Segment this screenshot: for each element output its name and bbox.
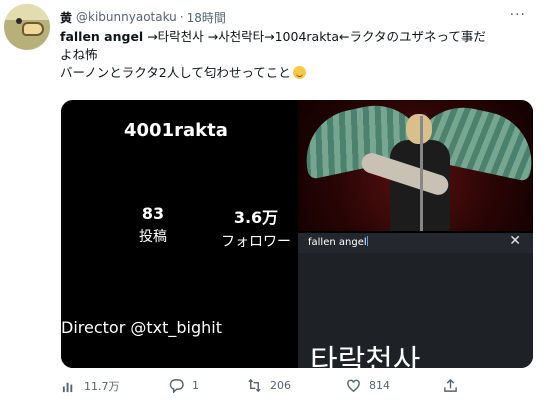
retweet-count: 206 (270, 379, 291, 392)
posts-stat: 83 投稿 (133, 204, 173, 246)
tweet-bold-text: fallen angel (60, 29, 144, 44)
concert-photo[interactable] (298, 100, 533, 231)
avatar-beak (22, 22, 44, 36)
profile-bio: Director @txt_bighit (61, 318, 222, 337)
views-button[interactable]: 11.7万 (61, 378, 120, 394)
posts-label: 投稿 (139, 229, 167, 245)
views-count: 11.7万 (84, 380, 120, 393)
tweet-text: fallen angel →타락천사 →사천락타→1004rakta←ラクタのユ… (60, 28, 530, 82)
profile-username: 4001rakta (124, 120, 228, 141)
tweet-line-1: fallen angel →타락천사 →사천락타→1004rakta←ラクタのユ… (60, 28, 530, 46)
close-icon: ✕ (509, 233, 521, 249)
tweet-line-3: バーノンとラクタ2人して匂わせってこと (60, 64, 530, 82)
timestamp[interactable]: 18時間 (187, 9, 226, 26)
profile-screenshot[interactable]: 4001rakta 83 投稿 3.6万 フォロワー Director @txt… (61, 100, 296, 368)
display-name[interactable]: 黄 (60, 9, 72, 26)
tweet-line-2: よね怖 (60, 47, 98, 62)
separator: · (179, 10, 184, 24)
tweet-header: 黄 @kibunnyaotaku · 18時間 ··· (60, 7, 538, 27)
share-icon (444, 378, 457, 392)
avatar-eye (16, 18, 22, 24)
like-button[interactable]: 814 (346, 378, 390, 393)
avatar[interactable] (4, 4, 50, 50)
search-bar: fallen angel ✕ (298, 233, 533, 253)
tweet-line-3-text: バーノンとラクタ2人して匂わせってこと (60, 65, 291, 80)
text-caret (366, 236, 368, 246)
analytics-icon (62, 382, 73, 392)
search-screenshot[interactable]: fallen angel ✕ 타락천사 (298, 233, 533, 368)
share-button[interactable] (443, 378, 466, 393)
tweet-actions: 11.7万 1 206 814 (61, 376, 531, 398)
media-grid[interactable]: 4001rakta 83 投稿 3.6万 フォロワー Director @txt… (61, 100, 533, 368)
followers-label: フォロワー (221, 234, 291, 250)
handle[interactable]: @kibunnyaotaku (76, 10, 177, 24)
followers-count: 3.6万 (233, 208, 279, 227)
avatar-crest (4, 4, 50, 20)
search-result-text: 타락천사 (310, 344, 421, 368)
more-dots-icon[interactable]: ··· (510, 7, 526, 23)
retweet-button[interactable]: 206 (247, 378, 291, 393)
posts-count: 83 (141, 204, 165, 223)
microphone-stand (420, 116, 423, 231)
heart-icon (347, 379, 360, 392)
search-query: fallen angel (308, 237, 367, 248)
search-input: fallen angel (308, 236, 368, 248)
retweet-icon (248, 378, 261, 393)
reply-count: 1 (192, 379, 199, 392)
reply-button[interactable]: 1 (169, 378, 199, 393)
followers-stat: 3.6万 フォロワー (211, 204, 301, 251)
like-count: 814 (369, 379, 390, 392)
tweet-line-1-rest: →타락천사 →사천락타→1004rakta←ラクタのユザネって事だ (143, 29, 486, 44)
sweat-smile-emoji (292, 66, 306, 79)
reply-icon (169, 379, 184, 393)
performer-head (406, 114, 432, 144)
